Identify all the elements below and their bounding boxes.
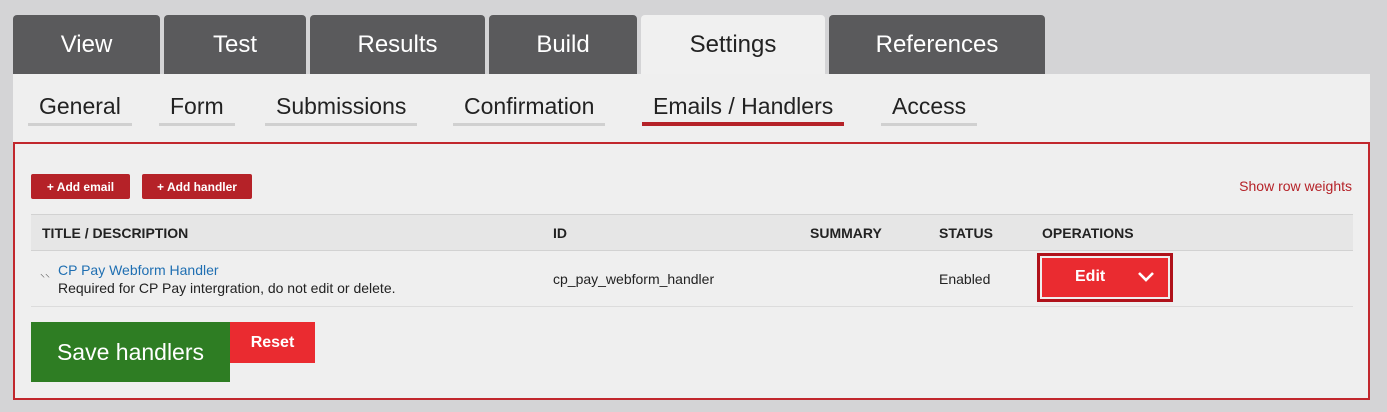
subtab-access[interactable]: Access xyxy=(881,92,978,126)
chevron-down-icon[interactable] xyxy=(1138,270,1154,284)
tab-references[interactable]: References xyxy=(829,15,1045,75)
tab-results[interactable]: Results xyxy=(310,15,485,75)
subtab-submissions[interactable]: Submissions xyxy=(265,92,418,126)
subtab-form[interactable]: Form xyxy=(159,92,235,126)
cell-status: Enabled xyxy=(939,270,991,287)
cell-summary xyxy=(799,251,928,307)
col-operations: OPERATIONS xyxy=(1042,224,1134,241)
cell-title-description: ⸌⸌ CP Pay Webform Handler Required for C… xyxy=(31,251,542,307)
add-handler-button[interactable]: + Add handler xyxy=(142,174,252,199)
show-row-weights-link[interactable]: Show row weights xyxy=(1239,178,1352,194)
tab-settings[interactable]: Settings xyxy=(641,15,825,75)
table-row: ⸌⸌ CP Pay Webform Handler Required for C… xyxy=(31,251,1353,307)
subtab-general[interactable]: General xyxy=(28,92,132,126)
primary-tabs: View Test Results Build Settings Referen… xyxy=(13,15,1049,75)
reset-button[interactable]: Reset xyxy=(230,322,315,363)
col-summary: SUMMARY xyxy=(810,224,882,241)
add-email-button[interactable]: + Add email xyxy=(31,174,130,199)
operations-highlight: Edit xyxy=(1037,252,1173,302)
edit-dropbutton[interactable]: Edit xyxy=(1042,257,1168,297)
col-status: STATUS xyxy=(939,224,993,241)
tab-test[interactable]: Test xyxy=(164,15,306,75)
handler-description: Required for CP Pay intergration, do not… xyxy=(58,279,396,296)
handler-title-link[interactable]: CP Pay Webform Handler xyxy=(58,262,542,278)
handlers-table: TITLE / DESCRIPTION ID SUMMARY STATUS OP… xyxy=(31,214,1353,307)
handlers-content: + Add email + Add handler Show row weigh… xyxy=(13,142,1370,400)
settings-panel: General Form Submissions Confirmation Em… xyxy=(13,74,1370,400)
secondary-tabs: General Form Submissions Confirmation Em… xyxy=(13,92,1370,128)
col-id: ID xyxy=(553,224,567,241)
subtab-confirmation[interactable]: Confirmation xyxy=(453,92,606,126)
drag-handle-icon[interactable]: ⸌⸌ xyxy=(40,270,50,284)
edit-button[interactable]: Edit xyxy=(1075,268,1105,286)
tab-view[interactable]: View xyxy=(13,15,160,75)
subtab-emails-handlers[interactable]: Emails / Handlers xyxy=(642,92,845,126)
col-title-description: TITLE / DESCRIPTION xyxy=(42,224,189,241)
cell-id: cp_pay_webform_handler xyxy=(553,270,715,287)
save-handlers-button[interactable]: Save handlers xyxy=(31,322,230,382)
tab-build[interactable]: Build xyxy=(489,15,637,75)
cell-operations: Edit xyxy=(1031,251,1353,307)
table-header-row: TITLE / DESCRIPTION ID SUMMARY STATUS OP… xyxy=(31,214,1353,251)
